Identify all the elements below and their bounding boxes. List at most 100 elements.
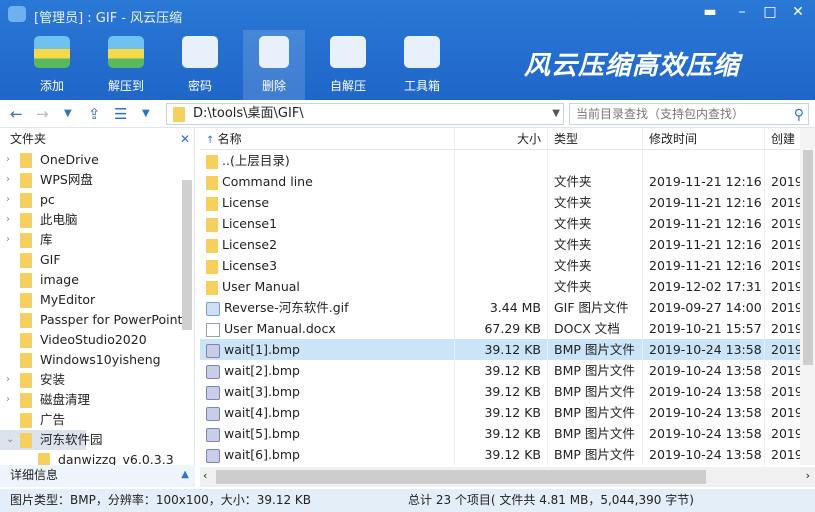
column-created[interactable]: 创建 <box>765 128 805 149</box>
file-row[interactable]: User Manual 文件夹 2019-12-02 17:31 2019 <box>200 276 815 297</box>
view-dropdown-icon[interactable]: ▼ <box>142 108 150 119</box>
toolbox-button[interactable]: 工具箱 <box>391 30 453 100</box>
file-size: 39.12 KB <box>455 402 548 423</box>
tree-item-label: pc <box>40 192 55 207</box>
tree-item[interactable]: image <box>0 270 194 290</box>
file-name: User Manual.docx <box>224 321 336 336</box>
tree-item[interactable]: Passper for PowerPoint <box>0 310 194 330</box>
minimize-button[interactable]: – <box>730 4 754 20</box>
tree-item-label: GIF <box>40 252 61 267</box>
column-type[interactable]: 类型 <box>548 128 643 149</box>
expand-arrow-icon[interactable]: › <box>6 370 10 390</box>
file-type: BMP 图片文件 <box>548 360 643 381</box>
tree-item[interactable]: VideoStudio2020 <box>0 330 194 350</box>
title-toolbar-area: [管理员] : GIF - 风云压缩 ▬ – □ ✕ 添加 解压到 密码 删除 … <box>0 0 815 100</box>
expand-arrow-icon[interactable]: ⌄ <box>6 430 14 450</box>
tree-item[interactable]: MyEditor <box>0 290 194 310</box>
close-button[interactable]: ✕ <box>786 4 810 20</box>
tree-item[interactable]: › OneDrive <box>0 150 194 170</box>
file-name: wait[3].bmp <box>224 384 300 399</box>
file-row[interactable]: wait[6].bmp 39.12 KB BMP 图片文件 2019-10-24… <box>200 444 815 465</box>
self-extract-button[interactable]: 自解压 <box>317 30 379 100</box>
back-icon[interactable]: ← <box>10 105 23 123</box>
column-size[interactable]: 大小 <box>455 128 548 149</box>
column-name[interactable]: ↑ 名称 <box>200 128 455 149</box>
file-row[interactable]: ..(上层目录) <box>200 150 815 171</box>
maximize-button[interactable]: □ <box>758 4 782 20</box>
tree-scrollbar[interactable] <box>180 150 192 465</box>
tree-item[interactable]: › 磁盘清理 <box>0 390 194 410</box>
minimize-to-tray-button[interactable]: ▬ <box>698 4 722 20</box>
file-row[interactable]: Command line 文件夹 2019-11-21 12:16 2019 <box>200 171 815 192</box>
file-row[interactable]: wait[4].bmp 39.12 KB BMP 图片文件 2019-10-24… <box>200 402 815 423</box>
expand-arrow-icon[interactable]: › <box>6 390 10 410</box>
app-icon <box>8 6 26 22</box>
file-row[interactable]: License2 文件夹 2019-11-21 12:16 2019 <box>200 234 815 255</box>
file-row[interactable]: License1 文件夹 2019-11-21 12:16 2019 <box>200 213 815 234</box>
up-folder-icon[interactable]: ⇪ <box>88 105 101 123</box>
folder-icon <box>20 153 32 168</box>
tree-item[interactable]: › 此电脑 <box>0 210 194 230</box>
file-row[interactable]: wait[1].bmp 39.12 KB BMP 图片文件 2019-10-24… <box>200 339 815 360</box>
file-size <box>455 276 548 297</box>
file-list-vertical-scrollbar[interactable] <box>800 128 815 465</box>
file-row[interactable]: Reverse-河东软件.gif 3.44 MB GIF 图片文件 2019-0… <box>200 297 815 318</box>
column-name-label: 名称 <box>217 132 242 146</box>
file-row[interactable]: License 文件夹 2019-11-21 12:16 2019 <box>200 192 815 213</box>
delete-button[interactable]: 删除 <box>243 30 305 100</box>
file-size <box>455 255 548 276</box>
tree-item[interactable]: › pc <box>0 190 194 210</box>
file-type: 文件夹 <box>548 276 643 297</box>
file-size: 67.29 KB <box>455 318 548 339</box>
view-list-icon[interactable]: ☰ <box>114 105 127 123</box>
tree-item[interactable]: danwizzg_v6.0.3.3 <box>0 450 194 465</box>
file-modified: 2019-09-27 14:00 <box>643 297 765 318</box>
file-row[interactable]: wait[5].bmp 39.12 KB BMP 图片文件 2019-10-24… <box>200 423 815 444</box>
expand-arrow-icon[interactable]: › <box>6 170 10 190</box>
file-created: 2019 <box>765 339 805 360</box>
history-dropdown-icon[interactable]: ▼ <box>64 108 72 119</box>
tree-item[interactable]: › 安装 <box>0 370 194 390</box>
add-button[interactable]: 添加 <box>21 30 83 100</box>
folder-icon <box>20 433 32 448</box>
tree-item[interactable]: GIF <box>0 250 194 270</box>
file-list-horizontal-scrollbar[interactable]: ‹ › <box>200 467 815 487</box>
tree-item[interactable]: ⌄ 河东软件园 <box>0 430 103 450</box>
tree-item-label: VideoStudio2020 <box>40 332 147 347</box>
close-pane-icon[interactable]: ✕ <box>180 128 190 150</box>
tree-item[interactable]: › WPS网盘 <box>0 170 194 190</box>
file-name: wait[5].bmp <box>224 426 300 441</box>
column-modified[interactable]: 修改时间 <box>643 128 765 149</box>
path-dropdown-icon[interactable]: ▼ <box>552 104 560 124</box>
expand-arrow-icon[interactable]: › <box>6 230 10 250</box>
extract-button[interactable]: 解压到 <box>95 30 157 100</box>
tree-item-label: 此电脑 <box>40 212 78 227</box>
file-row[interactable]: wait[3].bmp 39.12 KB BMP 图片文件 2019-10-24… <box>200 381 815 402</box>
expand-arrow-icon[interactable]: › <box>6 210 10 230</box>
forward-icon[interactable]: → <box>36 105 49 123</box>
search-input[interactable]: 当前目录查找（支持包内查找） ⚲ <box>569 103 809 125</box>
folder-file-icon <box>206 154 218 169</box>
expand-arrow-icon[interactable]: › <box>6 190 10 210</box>
file-name: Reverse-河东软件.gif <box>224 300 349 315</box>
tree-item[interactable]: › 库 <box>0 230 194 250</box>
file-row[interactable]: License3 文件夹 2019-11-21 12:16 2019 <box>200 255 815 276</box>
file-type: 文件夹 <box>548 234 643 255</box>
file-type: 文件夹 <box>548 255 643 276</box>
details-toggle[interactable]: 详细信息 ▲ <box>0 465 195 487</box>
bmp-file-icon <box>206 385 220 400</box>
password-button[interactable]: 密码 <box>169 30 231 100</box>
tree-item[interactable]: 广告 <box>0 410 194 430</box>
tree-item[interactable]: Windows10yisheng <box>0 350 194 370</box>
search-icon[interactable]: ⚲ <box>794 105 804 125</box>
folder-icon <box>38 453 50 465</box>
tree-item-label: OneDrive <box>40 152 99 167</box>
search-placeholder: 当前目录查找（支持包内查找） <box>576 107 745 121</box>
window-title: [管理员] : GIF - 风云压缩 <box>34 11 183 26</box>
file-name: wait[1].bmp <box>224 342 300 357</box>
file-size: 3.44 MB <box>455 297 548 318</box>
file-row[interactable]: User Manual.docx 67.29 KB DOCX 文档 2019-1… <box>200 318 815 339</box>
file-row[interactable]: wait[2].bmp 39.12 KB BMP 图片文件 2019-10-24… <box>200 360 815 381</box>
expand-arrow-icon[interactable]: › <box>6 150 10 170</box>
path-input[interactable]: D:\tools\桌面\GIF\ ▼ <box>166 103 564 125</box>
